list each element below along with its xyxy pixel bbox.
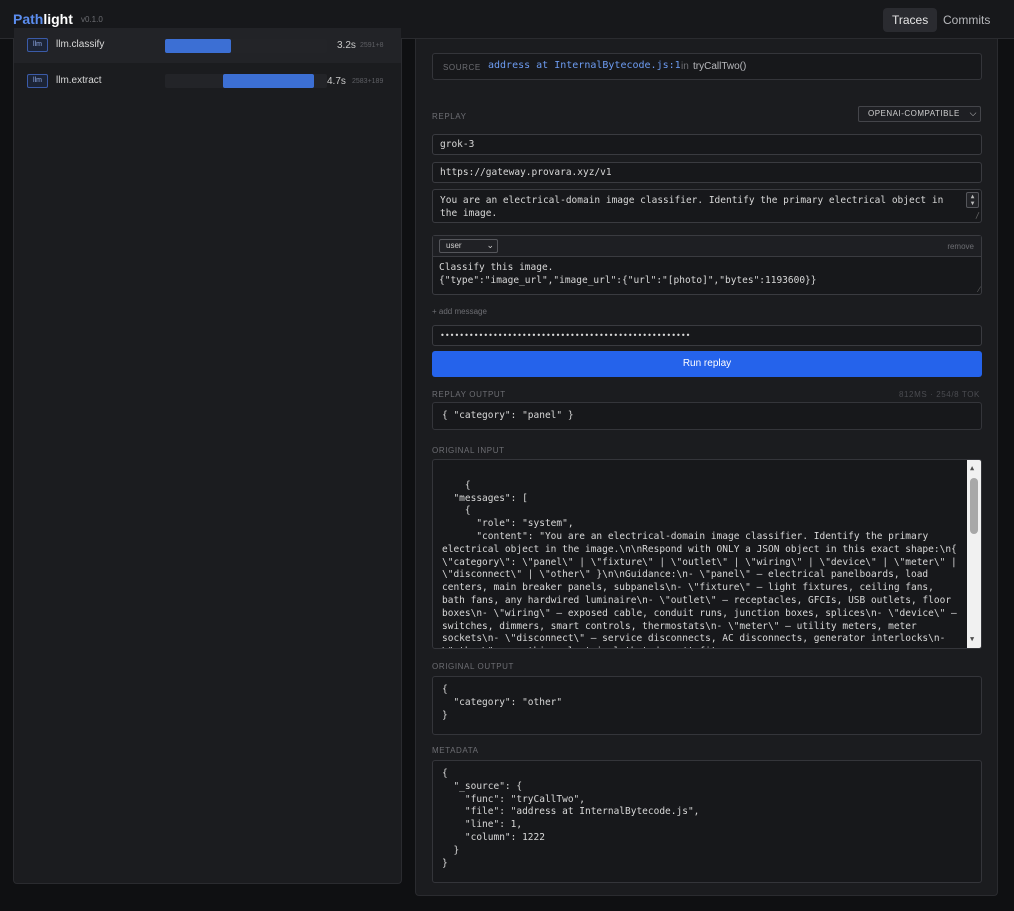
span-timeline-bar bbox=[223, 74, 314, 88]
span-detail-panel: SOURCE address at InternalBytecode.js:1 … bbox=[415, 39, 998, 896]
span-timeline-track bbox=[165, 74, 327, 88]
metadata-box: { "_source": { "func": "tryCallTwo", "fi… bbox=[432, 760, 982, 883]
textarea-stepper-icon[interactable]: ▲ ▼ bbox=[966, 192, 979, 208]
message-role-select[interactable]: user ⌄ bbox=[439, 239, 498, 253]
original-input-box[interactable]: { "messages": [ { "role": "system", "con… bbox=[432, 459, 982, 649]
metadata-label: METADATA bbox=[432, 746, 479, 755]
span-name: llm.extract bbox=[56, 75, 102, 86]
add-message-button[interactable]: + add message bbox=[432, 307, 487, 316]
message-role-value: user bbox=[446, 241, 462, 250]
span-tokens: 2583+189 bbox=[352, 78, 384, 85]
span-type-badge: llm bbox=[27, 38, 48, 52]
original-output-label: ORIGINAL OUTPUT bbox=[432, 662, 515, 671]
span-duration: 3.2s bbox=[337, 40, 356, 51]
nav-commits[interactable]: Commits bbox=[934, 8, 999, 32]
replay-output-box: { "category": "panel" } bbox=[432, 402, 982, 430]
app-logo[interactable]: Pathlight bbox=[13, 11, 73, 27]
source-box: SOURCE address at InternalBytecode.js:1 … bbox=[432, 53, 982, 80]
chevron-down-icon: ⌄ bbox=[486, 240, 494, 250]
app-name-part1: Path bbox=[13, 11, 44, 27]
replay-output-meta: 812MS · 254/8 TOK bbox=[898, 390, 980, 399]
resize-handle-icon[interactable]: ∕ bbox=[979, 285, 980, 294]
scrollbar-thumb[interactable] bbox=[970, 478, 978, 534]
replay-section-label: REPLAY bbox=[432, 112, 467, 121]
app-version: v0.1.0 bbox=[81, 15, 103, 24]
chevron-down-icon: ⌵ bbox=[969, 108, 977, 118]
span-row[interactable]: llm llm.classify 3.2s 2591+8 bbox=[14, 28, 401, 63]
message-header: user ⌄ remove bbox=[433, 236, 981, 257]
span-duration: 4.7s bbox=[327, 76, 346, 87]
scroll-down-icon[interactable]: ▼ bbox=[970, 633, 974, 646]
span-list-panel: llm llm.classify 3.2s 2591+8 llm llm.ext… bbox=[13, 28, 402, 884]
span-timeline-bar bbox=[165, 39, 231, 53]
span-timeline-track bbox=[165, 39, 327, 53]
message-content-textarea[interactable]: Classify this image. {"type":"image_url"… bbox=[439, 262, 817, 287]
model-input[interactable]: grok-3 bbox=[432, 134, 982, 155]
original-output-box: { "category": "other" } bbox=[432, 676, 982, 735]
nav-traces[interactable]: Traces bbox=[883, 8, 938, 32]
resize-handle-icon[interactable]: ∕ bbox=[975, 210, 980, 223]
original-input-text: { "messages": [ { "role": "system", "con… bbox=[442, 479, 957, 648]
base-url-input[interactable]: https://gateway.provara.xyz/v1 bbox=[432, 162, 982, 183]
span-type-badge: llm bbox=[27, 74, 48, 88]
source-label: SOURCE bbox=[443, 63, 481, 72]
scroll-up-icon[interactable]: ▲ bbox=[970, 462, 974, 475]
source-func: tryCallTwo() bbox=[693, 61, 747, 72]
app-name-part2: light bbox=[43, 11, 73, 27]
span-row[interactable]: llm llm.extract 4.7s 2583+189 bbox=[14, 63, 401, 99]
remove-message-button[interactable]: remove bbox=[947, 242, 974, 251]
run-replay-button[interactable]: Run replay bbox=[432, 351, 982, 377]
replay-output-label: REPLAY OUTPUT bbox=[432, 390, 506, 399]
original-input-scrollbar[interactable]: ▲ ▼ bbox=[967, 460, 981, 648]
system-prompt-text: You are an electrical-domain image class… bbox=[440, 195, 944, 219]
provider-select[interactable]: OPENAI-COMPATIBLE ⌵ bbox=[858, 106, 981, 122]
message-editor: user ⌄ remove Classify this image. {"typ… bbox=[432, 235, 982, 295]
source-in-label: in bbox=[681, 61, 689, 72]
span-tokens: 2591+8 bbox=[360, 42, 384, 49]
span-name: llm.classify bbox=[56, 39, 105, 50]
api-key-input[interactable]: ••••••••••••••••••••••••••••••••••••••••… bbox=[432, 325, 982, 346]
original-input-label: ORIGINAL INPUT bbox=[432, 446, 505, 455]
source-location-link[interactable]: address at InternalBytecode.js:1 bbox=[488, 60, 681, 71]
provider-select-value: OPENAI-COMPATIBLE bbox=[868, 109, 960, 118]
system-prompt-textarea[interactable]: You are an electrical-domain image class… bbox=[432, 189, 982, 223]
